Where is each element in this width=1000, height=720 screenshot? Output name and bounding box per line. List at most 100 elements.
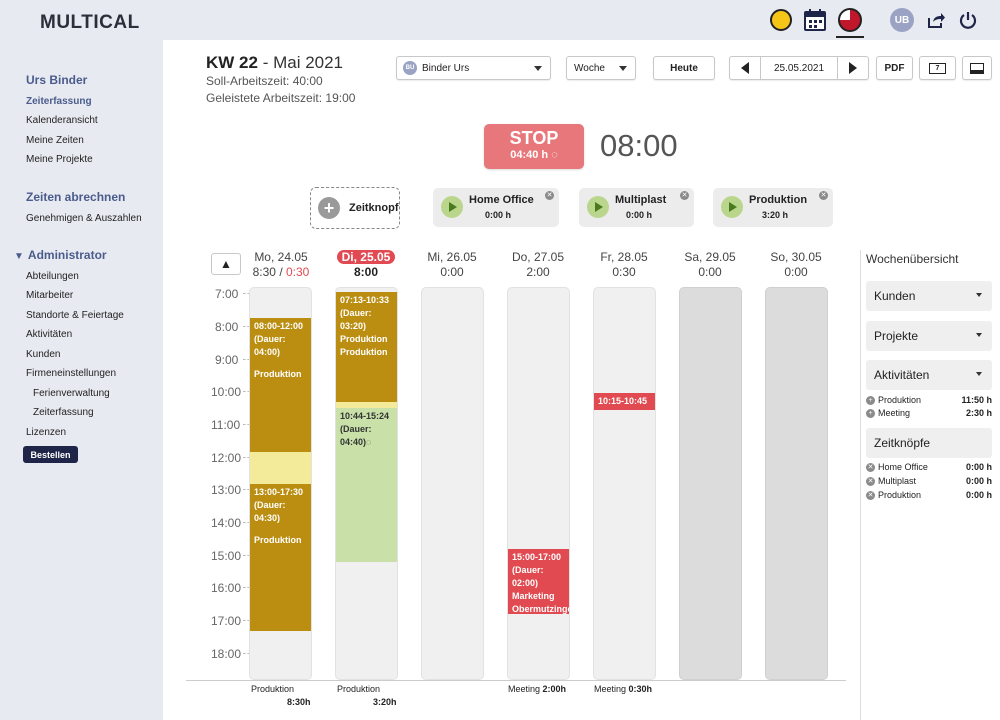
calendar-event[interactable]: 08:00-12:00 (Dauer: 04:00) Produktion — [250, 318, 311, 452]
page-title: KW 22 - Mai 2021 — [206, 53, 343, 73]
sidebar-item-firmeneinstellungen[interactable]: Firmeneinstellungen — [26, 368, 116, 379]
day-name: Do, 27.05 — [511, 250, 565, 264]
sidebar-user-name[interactable]: Urs Binder — [26, 73, 87, 87]
calendar-icon[interactable] — [804, 9, 826, 31]
order-button[interactable]: Bestellen — [23, 446, 78, 463]
button-row-value: 0:00 h — [965, 462, 992, 472]
sidebar-item-lizenzen[interactable]: Lizenzen — [26, 427, 66, 438]
hour-label: 13:00 — [211, 483, 242, 497]
user-select[interactable]: BU Binder Urs — [396, 56, 551, 80]
sidebar-item-meine-projekte[interactable]: Meine Projekte — [26, 154, 93, 165]
day-column-fr[interactable]: 10:15-10:45 — [593, 287, 656, 680]
hour-label: 12:00 — [211, 451, 242, 465]
day-column-di[interactable]: 07:13-10:33 (Dauer: 03:20) Produktion Pr… — [335, 287, 398, 680]
scroll-up-button[interactable]: ▲ — [211, 253, 241, 275]
day-header-di[interactable]: Di, 25.05 8:00 — [326, 250, 406, 280]
sidebar-item-zeiterfassung-settings[interactable]: Zeiterfassung — [33, 407, 94, 418]
event-duration-label: (Dauer: — [512, 565, 544, 575]
stop-button[interactable]: STOP 04:40 h ◌ — [484, 124, 584, 169]
event-time: 13:00-17:30 — [254, 487, 304, 497]
chevron-down-icon: ▼ — [14, 251, 24, 262]
day-column-do[interactable]: 15:00-17:00 (Dauer: 02:00) Marketing Obe… — [507, 287, 570, 680]
panel-toggle-button[interactable] — [962, 56, 992, 80]
sidebar-section-administrator[interactable]: ▼ Administrator — [14, 248, 107, 262]
overview-projekte-dropdown[interactable]: Projekte — [866, 321, 992, 351]
day-header-do[interactable]: Do, 27.05 2:00 — [498, 250, 578, 280]
day-column-mo[interactable]: 08:00-12:00 (Dauer: 04:00) Produktion 13… — [249, 287, 312, 680]
sidebar-item-meine-zeiten[interactable]: Meine Zeiten — [26, 135, 84, 146]
play-icon[interactable] — [587, 196, 609, 218]
calendar-event-running[interactable]: 10:44-15:24 (Dauer: 04:40)◌ — [336, 408, 397, 562]
top-icon-bar: UB — [770, 8, 978, 38]
close-icon[interactable]: ✕ — [545, 191, 554, 200]
day-total: 8:00 — [353, 265, 379, 279]
timer-button-name: Multiplast — [615, 194, 667, 206]
day-header-sa[interactable]: Sa, 29.05 0:00 — [670, 250, 750, 280]
pdf-button[interactable]: PDF — [876, 56, 913, 80]
day-summary: Meeting 2:00h — [508, 684, 566, 694]
play-icon[interactable] — [721, 196, 743, 218]
event-duration: 02:00) — [512, 578, 539, 588]
calendar-event[interactable]: 07:13-10:33 (Dauer: 03:20) Produktion Pr… — [336, 292, 397, 402]
plus-icon[interactable]: + — [866, 408, 875, 418]
break-block — [250, 452, 311, 484]
day-header-fr[interactable]: Fr, 28.05 0:30 — [584, 250, 664, 280]
day-summary-value: 8:30h — [287, 697, 311, 707]
timer-button-home-office[interactable]: Home Office 0:00 h ✕ — [433, 188, 559, 227]
today-button[interactable]: Heute — [653, 56, 715, 80]
day-column-mi[interactable] — [421, 287, 484, 680]
close-icon[interactable]: ✕ — [866, 476, 875, 486]
next-week-button[interactable] — [838, 57, 868, 79]
sidebar-item-kunden[interactable]: Kunden — [26, 349, 60, 360]
sidebar-item-ferienverwaltung[interactable]: Ferienverwaltung — [33, 388, 110, 399]
share-icon[interactable] — [926, 10, 946, 30]
sidebar-item-abteilungen[interactable]: Abteilungen — [26, 271, 79, 282]
seven-day-button[interactable]: 7 — [919, 56, 956, 80]
play-icon[interactable] — [441, 196, 463, 218]
calendar-event[interactable]: 10:15-10:45 — [594, 393, 655, 410]
sidebar-section-label: Administrator — [27, 248, 107, 262]
close-icon[interactable]: ✕ — [866, 462, 875, 472]
prev-week-button[interactable] — [730, 57, 760, 79]
sidebar-item-genehmigen[interactable]: Genehmigen & Auszahlen — [26, 213, 142, 224]
day-header-mo[interactable]: Mo, 24.05 8:30 / 0:30 — [241, 250, 321, 280]
date-field[interactable]: 25.05.2021 — [760, 57, 838, 79]
hour-label: 15:00 — [211, 549, 242, 563]
event-subtitle: Obermutzinger — [512, 604, 569, 614]
day-total: 0:00 — [440, 265, 464, 279]
status-yellow-icon[interactable] — [770, 9, 792, 31]
view-select[interactable]: Woche — [566, 56, 636, 80]
sidebar-item-mitarbeiter[interactable]: Mitarbeiter — [26, 290, 73, 301]
day-column-so[interactable] — [765, 287, 828, 680]
avatar[interactable]: UB — [890, 8, 914, 32]
overview-zeitknoepfe-header[interactable]: Zeitknöpfe — [866, 428, 992, 458]
sidebar-item-standorte[interactable]: Standorte & Feiertage — [26, 310, 124, 321]
day-header-so[interactable]: So, 30.05 0:00 — [756, 250, 836, 280]
timer-button-multiplast[interactable]: Multiplast 0:00 h ✕ — [579, 188, 694, 227]
close-icon[interactable]: ✕ — [819, 191, 828, 200]
overview-kunden-dropdown[interactable]: Kunden — [866, 281, 992, 311]
view-select-value: Woche — [574, 62, 605, 74]
sidebar-item-aktivitaeten[interactable]: Aktivitäten — [26, 329, 72, 340]
clock-pie-icon[interactable] — [836, 8, 864, 38]
activity-row: + Produktion 11:50 h — [866, 395, 992, 405]
calendar-event[interactable]: 13:00-17:30 (Dauer: 04:30) Produktion — [250, 484, 311, 631]
day-column-sa[interactable] — [679, 287, 742, 680]
sidebar-item-zeiterfassung[interactable]: Zeiterfassung — [26, 96, 92, 107]
refresh-icon: ◌ — [366, 437, 372, 447]
timer-button-produktion[interactable]: Produktion 3:20 h ✕ — [713, 188, 833, 227]
day-header-mi[interactable]: Mi, 26.05 0:00 — [412, 250, 492, 280]
plus-icon[interactable]: + — [866, 395, 875, 405]
calendar-event[interactable]: 15:00-17:00 (Dauer: 02:00) Marketing Obe… — [508, 549, 569, 614]
sidebar: Urs Binder Zeiterfassung Kalenderansicht… — [0, 40, 163, 720]
add-timer-button[interactable]: + Zeitknopf — [310, 187, 400, 229]
close-icon[interactable]: ✕ — [680, 191, 689, 200]
sidebar-section-zeiten-abrechnen[interactable]: Zeiten abrechnen — [26, 190, 125, 204]
overview-aktivitaeten-dropdown[interactable]: Aktivitäten — [866, 360, 992, 390]
hour-label: 18:00 — [211, 647, 242, 661]
button-row-value: 0:00 h — [965, 476, 992, 486]
power-icon[interactable] — [958, 10, 978, 30]
chevron-down-icon — [976, 293, 982, 297]
sidebar-item-kalenderansicht[interactable]: Kalenderansicht — [26, 115, 98, 126]
close-icon[interactable]: ✕ — [866, 490, 875, 500]
